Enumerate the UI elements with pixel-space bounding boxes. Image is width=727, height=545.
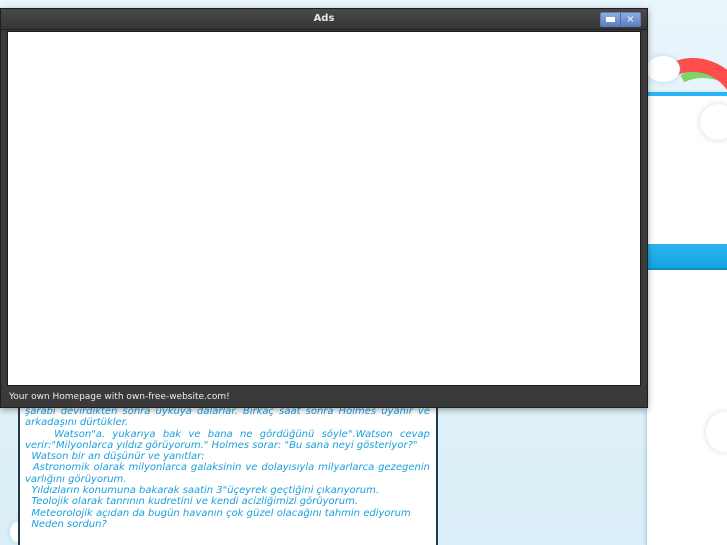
article-text-block: şarabı devirdikten sonra uykuya dalarlar… — [18, 404, 438, 545]
minimize-button[interactable] — [601, 13, 620, 26]
article-paragraph: şarabı devirdikten sonra uykuya dalarlar… — [25, 406, 434, 429]
article-paragraph: Yıldızların konumuna bakarak saatin 3"üç… — [25, 485, 380, 497]
sidebar-divider — [647, 268, 727, 270]
article-paragraph: Astronomik olarak milyonlarca galaksinin… — [25, 462, 434, 485]
article-paragraph: Neden sordun? — [25, 518, 107, 530]
close-icon: × — [626, 14, 635, 25]
window-titlebar[interactable]: Ads × — [1, 9, 647, 30]
page-sidebar-panel — [646, 92, 727, 545]
cloud-decoration — [646, 56, 680, 82]
article-paragraph: Teolojik olarak tanrının kudretini ve ke… — [25, 496, 359, 508]
article-paragraph: Watson"a. yukarıya bak ve bana ne gördüğ… — [25, 428, 434, 451]
window-title: Ads — [313, 13, 335, 24]
sidebar-blue-band — [647, 244, 727, 268]
sidebar-top-bar — [647, 92, 727, 96]
minimize-icon — [606, 17, 615, 22]
window-controls: × — [600, 12, 641, 27]
article-paragraph: Meteorolojik açıdan da bugün havanın çok… — [25, 507, 411, 519]
article-paragraph: Watson bir an düşünür ve yanıtlar: — [25, 451, 205, 463]
ads-popup-window[interactable]: Ads × Your own Homepage with own-free-we… — [0, 8, 648, 408]
window-status-bar: Your own Homepage with own-free-website.… — [9, 392, 230, 402]
close-button[interactable]: × — [620, 13, 640, 26]
ad-content-area[interactable] — [7, 31, 641, 386]
